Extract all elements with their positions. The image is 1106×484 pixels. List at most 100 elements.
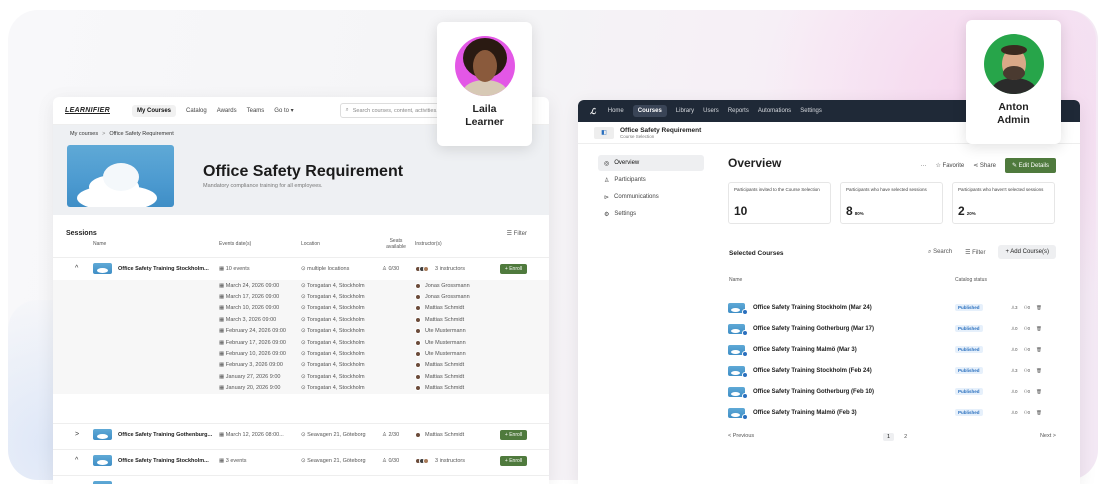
enroll-button[interactable]: + Enroll [499, 429, 527, 440]
add-course-button[interactable]: + Add Course(s) [998, 245, 1056, 259]
instructor-avatar [415, 282, 421, 289]
event-instructor: Ute Mustermann [425, 328, 466, 335]
event-location: ⊙ Torsgatan 4, Stockholm [301, 317, 365, 323]
course-row[interactable]: Office Safety Training Gotherburg (Feb 1… [726, 381, 1056, 402]
course-row[interactable]: Office Safety Training Stockholm (Mar 24… [726, 297, 1056, 318]
event-date: ▦ March 3, 2026 09:00 [219, 317, 276, 323]
event-location: ⊙ Torsgatan 4, Stockholm [301, 351, 365, 357]
session-seats-text: 0/30 [388, 457, 400, 464]
participants-count: ♙3 [1011, 368, 1018, 374]
session-name[interactable]: Office Safety Training Stockholm... [118, 458, 209, 464]
instructor-avatar [415, 328, 421, 335]
selected-courses-actions: ⌕ Search ☰ Filter + Add Course(s) [928, 245, 1056, 259]
event-date-text: February 3, 2026 09:00 [225, 362, 283, 369]
calendar-icon: ▦ [219, 316, 226, 323]
course-name[interactable]: Office Safety Training Malmö (Feb 3) [753, 410, 857, 416]
session-name[interactable]: Office Safety Training Stockholm... [118, 266, 209, 272]
trash-icon[interactable]: 🗑 [1036, 347, 1042, 353]
search-button[interactable]: ⌕ Search [928, 249, 952, 256]
nav-users[interactable]: Users [703, 108, 719, 114]
event-location: ⊙ Torsgatan 4, Stockholm [301, 328, 365, 334]
favorite-button[interactable]: ☆ Favorite [935, 162, 964, 169]
instructor-avatar [415, 316, 421, 323]
enroll-button[interactable]: + Enroll [499, 455, 527, 466]
session-instructors: Mattias Schmidt [425, 431, 465, 438]
course-row[interactable]: Office Safety Training Stockholm (Feb 24… [726, 360, 1056, 381]
session-row-partial [53, 475, 549, 484]
calendar-icon: ▦ [219, 385, 226, 392]
page-1[interactable]: 1 [883, 433, 895, 441]
trash-icon[interactable]: 🗑 [1036, 410, 1042, 416]
event-date: ▦ February 3, 2026 09:00 [219, 362, 283, 368]
session-thumbnail [93, 263, 112, 274]
more-button[interactable]: ··· [920, 163, 926, 169]
stat-label: Participants who haven't selected sessio… [958, 187, 1044, 192]
course-row[interactable]: Office Safety Training Malmö (Mar 3) Publ… [726, 339, 1056, 360]
nav-home[interactable]: Home [608, 108, 624, 114]
course-thumbnail [728, 407, 748, 420]
event-instructor: Mattias Schmidt [425, 305, 465, 312]
event-date-text: March 17, 2026 09:00 [225, 294, 280, 301]
trash-icon[interactable]: 🗑 [1036, 305, 1042, 311]
edit-details-button[interactable]: ✎ Edit Details [1004, 158, 1056, 173]
waitlist-number: 0 [1027, 367, 1031, 373]
course-name[interactable]: Office Safety Training Malmö (Mar 3) [753, 347, 857, 353]
waitlist-count: ⚇0 [1024, 389, 1031, 395]
sidebar-item-communications[interactable]: ⊳ Communications [598, 189, 704, 205]
calendar-icon: ▦ [219, 328, 226, 335]
nav-teams[interactable]: Teams [247, 108, 265, 114]
course-row[interactable]: Office Safety Training Gotherburg (Mar 1… [726, 318, 1056, 339]
trash-icon[interactable]: 🗑 [1036, 368, 1042, 374]
page-2[interactable]: 2 [900, 433, 911, 441]
nav-catalog[interactable]: Catalog [186, 108, 207, 114]
learner-window: LEARNIFIER My Courses Catalog Awards Tea… [53, 97, 549, 484]
nav-reports[interactable]: Reports [728, 108, 749, 114]
breadcrumb-my-courses[interactable]: My courses [70, 131, 98, 137]
nav-settings[interactable]: Settings [800, 108, 822, 114]
chevron-up-icon[interactable]: ^ [75, 457, 78, 464]
session-row[interactable]: > Office Safety Training Gothenburg... ▦… [53, 423, 549, 445]
instructor-avatar [415, 373, 421, 380]
session-location: ⊙ multiple locations [301, 266, 349, 272]
filter-button[interactable]: ☰ Filter [507, 230, 527, 237]
session-name[interactable]: Office Safety Training Gothenburg... [118, 432, 212, 438]
course-row[interactable]: Office Safety Training Malmö (Feb 3) Publ… [726, 402, 1056, 423]
nav-go-to[interactable]: Go to ▾ [274, 107, 293, 114]
course-name[interactable]: Office Safety Training Stockholm (Mar 24… [753, 305, 872, 311]
course-selection-icon: ◧ [594, 126, 614, 139]
chevron-right-icon[interactable]: > [75, 431, 79, 438]
session-row[interactable]: ^ Office Safety Training Stockholm... ▦ … [53, 449, 549, 471]
nav-library[interactable]: Library [676, 108, 694, 114]
participants-count: ♙0 [1011, 410, 1018, 416]
participants-count: ♙0 [1011, 389, 1018, 395]
filter-button[interactable]: ☰ Filter [965, 249, 985, 256]
event-location-text: Torsgatan 4, Stockholm [307, 328, 365, 335]
nav-automations[interactable]: Automations [758, 108, 791, 114]
sidebar-item-overview[interactable]: ◎ Overview [598, 155, 704, 171]
waitlist-count: ⚇0 [1024, 305, 1031, 311]
nav-my-courses[interactable]: My Courses [132, 104, 177, 117]
course-name[interactable]: Office Safety Training Gotherburg (Feb 1… [753, 389, 874, 395]
previous-button[interactable]: < Previous [728, 433, 754, 439]
course-name[interactable]: Office Safety Training Stockholm (Feb 24… [753, 368, 872, 374]
next-button[interactable]: Next > [1040, 433, 1056, 439]
nav-courses[interactable]: Courses [632, 105, 667, 117]
enroll-button[interactable]: + Enroll [499, 263, 527, 274]
course-thumbnail [728, 386, 748, 399]
trash-icon[interactable]: 🗑 [1036, 326, 1042, 332]
event-instructor: Mattias Schmidt [425, 373, 465, 380]
course-meta: ♙0 ⚇0 🗑 [1011, 347, 1042, 353]
nav-awards[interactable]: Awards [217, 108, 237, 114]
trash-icon[interactable]: 🗑 [1036, 389, 1042, 395]
session-seats: ♙ 0/30 [382, 266, 399, 272]
sidebar-item-settings[interactable]: ⚙ Settings [598, 206, 704, 222]
calendar-icon: ▦ [219, 457, 226, 464]
event-instructor: Jonas Grossmann [425, 294, 470, 301]
col-name: Name [93, 241, 107, 247]
share-button[interactable]: ⋖ Share [973, 162, 996, 169]
filter-icon: ☰ [506, 231, 514, 237]
chevron-up-icon[interactable]: ^ [75, 265, 78, 272]
session-row[interactable]: ^ Office Safety Training Stockholm... ▦ … [53, 257, 549, 279]
sidebar-item-participants[interactable]: ♙ Participants [598, 172, 704, 188]
course-name[interactable]: Office Safety Training Gotherburg (Mar 1… [753, 326, 874, 332]
